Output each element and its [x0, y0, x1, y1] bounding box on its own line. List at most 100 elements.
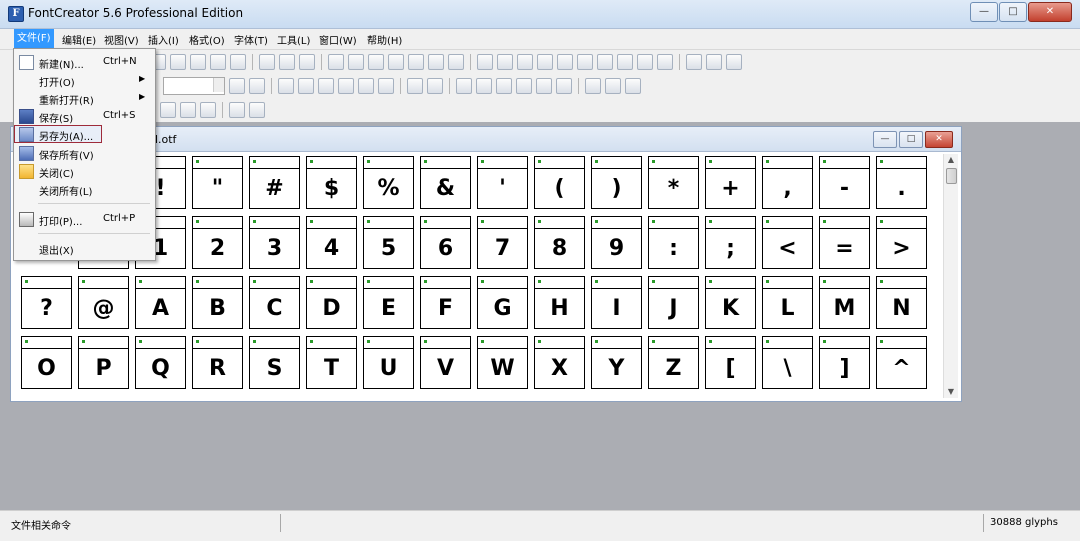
- redo-toolbar-icon[interactable]: [279, 54, 295, 70]
- glyph-cell[interactable]: ': [477, 156, 528, 209]
- menu-format[interactable]: 格式(O): [187, 32, 227, 47]
- align-center-toolbar-icon[interactable]: [180, 102, 196, 118]
- glyph-cell[interactable]: #: [249, 156, 300, 209]
- glyph-cell[interactable]: 5: [363, 216, 414, 269]
- combine-toolbar-icon[interactable]: [726, 54, 742, 70]
- refresh-toolbar-icon[interactable]: [299, 54, 315, 70]
- glyph-toolbar-icon[interactable]: [348, 54, 364, 70]
- glyph-cell[interactable]: Z: [648, 336, 699, 389]
- glyph-cell[interactable]: <: [762, 216, 813, 269]
- document-close-button[interactable]: ✕: [925, 131, 953, 148]
- code-toolbar-icon[interactable]: [625, 78, 641, 94]
- glyph-cell[interactable]: P: [78, 336, 129, 389]
- glyph-cell[interactable]: H: [534, 276, 585, 329]
- copy-toolbar-icon[interactable]: [210, 54, 226, 70]
- glyph-cell[interactable]: ^: [876, 336, 927, 389]
- line-toolbar-icon[interactable]: [338, 78, 354, 94]
- glyph-cell[interactable]: [: [705, 336, 756, 389]
- document-maximize-button[interactable]: □: [899, 131, 923, 148]
- glyph-cell[interactable]: (: [534, 156, 585, 209]
- glyph-cell[interactable]: 6: [420, 216, 471, 269]
- pen-toolbar-icon[interactable]: [278, 78, 294, 94]
- transform-toolbar-icon[interactable]: [657, 54, 673, 70]
- glyph-cell[interactable]: S: [249, 336, 300, 389]
- glyph-cell[interactable]: C: [249, 276, 300, 329]
- preview-toolbar-icon[interactable]: [448, 54, 464, 70]
- scroll-down-arrow-icon[interactable]: ▼: [944, 386, 958, 398]
- glyph-cell[interactable]: ?: [21, 276, 72, 329]
- paste-toolbar-icon[interactable]: [230, 54, 246, 70]
- find-toolbar-icon[interactable]: [170, 54, 186, 70]
- minimize-button[interactable]: —: [970, 2, 998, 22]
- image-toolbar-icon[interactable]: [318, 78, 334, 94]
- point-toolbar-icon[interactable]: [249, 78, 265, 94]
- menu-insert[interactable]: 插入(I): [146, 32, 181, 47]
- glyph-cell[interactable]: L: [762, 276, 813, 329]
- glyph-cell[interactable]: E: [363, 276, 414, 329]
- glyph-cell[interactable]: B: [192, 276, 243, 329]
- menu-font[interactable]: 字体(T): [232, 32, 270, 47]
- menu-item-close-all[interactable]: 关闭所有(L): [14, 180, 155, 198]
- spacing-toolbar-icon[interactable]: [249, 102, 265, 118]
- menu-item-print[interactable]: 打印(P)... Ctrl+P: [14, 210, 155, 228]
- mirror-toolbar-icon[interactable]: [637, 54, 653, 70]
- rotate-toolbar-icon[interactable]: [617, 54, 633, 70]
- ellipse-toolbar-icon[interactable]: [378, 78, 394, 94]
- glyph-cell[interactable]: ": [192, 156, 243, 209]
- glyph-cell[interactable]: 4: [306, 216, 357, 269]
- glyph-cell[interactable]: Y: [591, 336, 642, 389]
- glyph-cell[interactable]: >: [876, 216, 927, 269]
- glyph-cell[interactable]: R: [192, 336, 243, 389]
- align-left-toolbar-icon[interactable]: [160, 102, 176, 118]
- bitmap-toolbar-icon[interactable]: [556, 78, 572, 94]
- close-window-button[interactable]: ✕: [1028, 2, 1072, 22]
- glyph-cell[interactable]: K: [705, 276, 756, 329]
- zoom-toolbar-icon[interactable]: [497, 54, 513, 70]
- menu-window[interactable]: 窗口(W): [317, 32, 359, 47]
- menu-item-reopen[interactable]: 重新打开(R) ▶: [14, 89, 155, 107]
- hint-toolbar-icon[interactable]: [536, 78, 552, 94]
- rectangle-toolbar-icon[interactable]: [358, 78, 374, 94]
- link-toolbar-icon[interactable]: [605, 78, 621, 94]
- glyph-cell[interactable]: -: [819, 156, 870, 209]
- glyph-cell[interactable]: N: [876, 276, 927, 329]
- glyph-cell[interactable]: X: [534, 336, 585, 389]
- glyph-cell[interactable]: *: [648, 156, 699, 209]
- box-toolbar-icon[interactable]: [427, 78, 443, 94]
- menu-item-new[interactable]: 新建(N)... Ctrl+N: [14, 53, 155, 71]
- glyph-cell[interactable]: T: [306, 336, 357, 389]
- validate-toolbar-icon[interactable]: [408, 54, 424, 70]
- glyph-cell[interactable]: F: [420, 276, 471, 329]
- frame-toolbar-icon[interactable]: [407, 78, 423, 94]
- properties-toolbar-icon[interactable]: [328, 54, 344, 70]
- glyph-cell[interactable]: =: [819, 216, 870, 269]
- scrollbar-thumb[interactable]: [946, 168, 957, 184]
- glyph-cell[interactable]: 9: [591, 216, 642, 269]
- menu-view[interactable]: 视图(V): [102, 32, 141, 47]
- node-toolbar-icon[interactable]: [229, 78, 245, 94]
- menu-item-save-as[interactable]: 另存为(A)...: [14, 125, 102, 143]
- menu-item-open[interactable]: 打开(O) ▶: [14, 71, 155, 89]
- menu-edit[interactable]: 编辑(E): [60, 32, 98, 47]
- test-toolbar-icon[interactable]: [388, 54, 404, 70]
- glyph-cell[interactable]: %: [363, 156, 414, 209]
- glyph-cell[interactable]: ,: [762, 156, 813, 209]
- menu-item-close[interactable]: 关闭(C): [14, 162, 155, 180]
- glyph-cell[interactable]: G: [477, 276, 528, 329]
- cut-toolbar-icon[interactable]: [190, 54, 206, 70]
- align-toolbar-icon[interactable]: [577, 54, 593, 70]
- menu-file[interactable]: 文件(F): [14, 29, 54, 49]
- menu-tools[interactable]: 工具(L): [275, 32, 312, 47]
- glyph-cell[interactable]: ): [591, 156, 642, 209]
- matrix-toolbar-icon[interactable]: [496, 78, 512, 94]
- glyph-cell[interactable]: .: [876, 156, 927, 209]
- glyph-cell[interactable]: W: [477, 336, 528, 389]
- shape-toolbar-icon[interactable]: [597, 54, 613, 70]
- scroll-up-arrow-icon[interactable]: ▲: [944, 154, 958, 166]
- sort-toolbar-icon[interactable]: [368, 54, 384, 70]
- glyph-cell[interactable]: Q: [135, 336, 186, 389]
- glyph-cell[interactable]: :: [648, 216, 699, 269]
- glyph-cell[interactable]: &: [420, 156, 471, 209]
- glyph-cell[interactable]: ]: [819, 336, 870, 389]
- layer-toolbar-icon[interactable]: [686, 54, 702, 70]
